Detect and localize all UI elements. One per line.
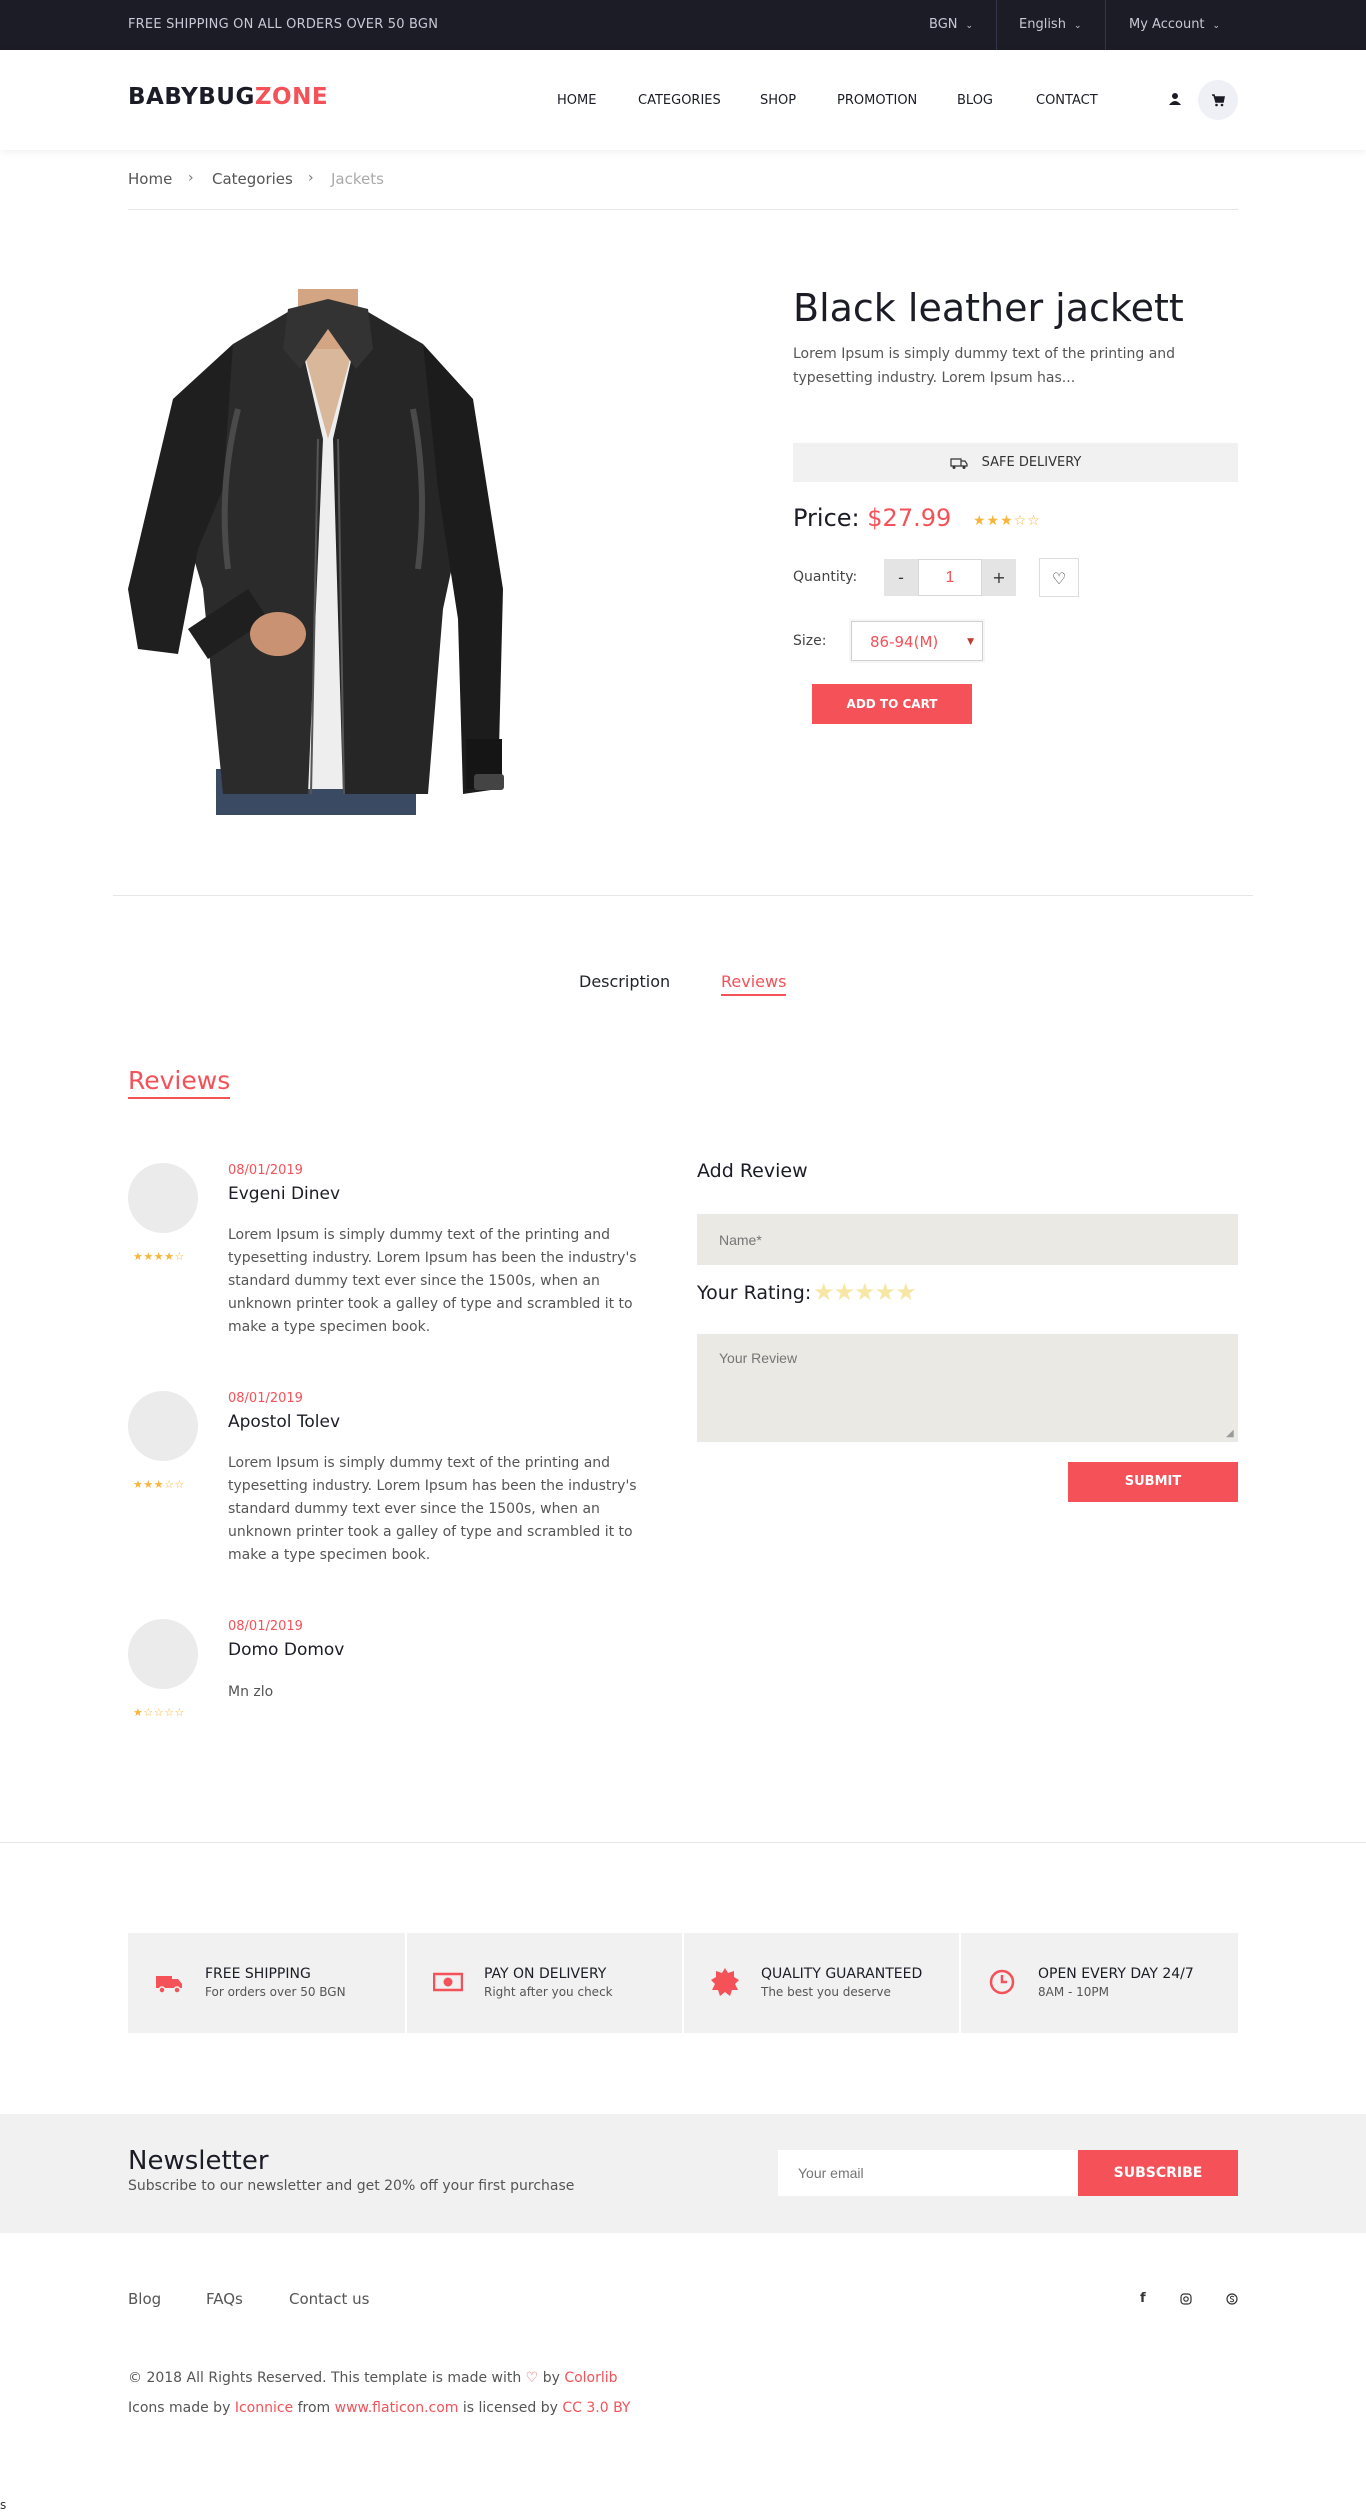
chevron-down-icon: ⌄ [1073,21,1082,31]
add-to-cart-button[interactable]: ADD TO CART [812,684,972,724]
quantity-input[interactable] [918,559,982,596]
review-text: Mn zlo [228,1684,274,1700]
quantity-increment-button[interactable]: + [982,559,1016,596]
nav-contact[interactable]: CONTACT [1036,93,1098,108]
tab-reviews[interactable]: Reviews [721,972,787,996]
nav-categories[interactable]: CATEGORIES [638,93,721,108]
nav-blog[interactable]: BLOG [957,93,993,108]
product-rating: ★★★☆☆ [973,513,1041,529]
divider [113,895,1253,896]
heart-icon: ♡ [1051,569,1067,588]
top-bar: FREE SHIPPING ON ALL ORDERS OVER 50 BGN … [0,0,1366,50]
breadcrumb-categories[interactable]: Categories [212,170,293,188]
chevron-down-icon: ⌄ [1212,21,1221,31]
badge-icon [711,1968,739,1996]
review-rating: ★★★☆☆ [133,1478,185,1491]
submit-review-button[interactable]: SUBMIT [1068,1462,1238,1502]
license-link[interactable]: CC 3.0 BY [562,2400,630,2416]
newsletter-email-input[interactable] [778,2150,1078,2196]
clock-icon [989,1969,1015,1995]
feature-shipping: FREE SHIPPING For orders over 50 BGN [128,1933,405,2033]
wishlist-button[interactable]: ♡ [1039,558,1079,597]
colorlib-link[interactable]: Colorlib [564,2370,617,2386]
rating-input[interactable]: ★★★★★ [813,1278,917,1306]
facebook-icon[interactable]: f [1140,2291,1146,2306]
logo[interactable]: BABYBUGZONE [128,84,328,110]
nav-home[interactable]: HOME [557,93,596,108]
name-field[interactable] [697,1214,1238,1265]
review-text: Lorem Ipsum is simply dummy text of the … [228,1227,637,1335]
copyright: © 2018 All Rights Reserved. This templat… [128,2370,618,2386]
icons-credit: Icons made by Iconnice from www.flaticon… [128,2400,631,2416]
main-header: BABYBUGZONE HOME CATEGORIES SHOP PROMOTI… [0,50,1366,150]
language-selector[interactable]: English ⌄ [1019,0,1082,50]
user-icon[interactable] [1168,92,1182,106]
money-icon [433,1972,463,1992]
account-selector[interactable]: My Account ⌄ [1129,0,1220,50]
truck-icon [950,457,968,469]
nav-shop[interactable]: SHOP [760,93,796,108]
review-rating: ★☆☆☆☆ [133,1706,185,1719]
avatar [128,1391,198,1461]
skype-icon[interactable] [1226,2293,1238,2305]
review-date: 08/01/2019 [228,1163,303,1178]
product-description: Lorem Ipsum is simply dummy text of the … [793,346,1176,386]
review-author: Evgeni Dinev [228,1184,341,1204]
newsletter-title: Newsletter [128,2146,269,2176]
chevron-right-icon: › [308,170,314,186]
currency-selector[interactable]: BGN ⌄ [929,0,973,50]
heart-icon: ♡ [525,2370,539,2386]
divider [0,1842,1366,1843]
nav-promotion[interactable]: PROMOTION [837,93,917,108]
tab-description[interactable]: Description [579,972,670,991]
reviews-heading: Reviews [128,1066,231,1099]
avatar [128,1163,198,1233]
flaticon-link[interactable]: www.flaticon.com [335,2400,459,2416]
chevron-right-icon: › [188,170,194,186]
iconnice-link[interactable]: Iconnice [235,2400,293,2416]
feature-hours: OPEN EVERY DAY 24/7 8AM - 10PM [961,1933,1238,2033]
breadcrumb-current: Jackets [331,170,384,188]
subscribe-button[interactable]: SUBSCRIBE [1078,2150,1238,2196]
divider [996,0,997,50]
avatar [128,1619,198,1689]
review-date: 08/01/2019 [228,1391,303,1406]
safe-delivery-banner: SAFE DELIVERY [793,443,1238,482]
features-row: FREE SHIPPING For orders over 50 BGN PAY … [128,1933,1238,2033]
size-label: Size: [793,633,827,649]
caret-down-icon: ▼ [967,637,974,647]
divider [1105,0,1106,50]
quantity-label: Quantity: [793,569,858,585]
quantity-decrement-button[interactable]: - [884,559,918,596]
instagram-icon[interactable] [1180,2293,1192,2305]
divider [128,209,1238,210]
review-rating: ★★★★☆ [133,1250,185,1263]
review-date: 08/01/2019 [228,1619,303,1634]
size-select[interactable]: 86-94(M) ▼ [851,621,983,661]
breadcrumb-home[interactable]: Home [128,170,172,188]
review-field[interactable] [697,1334,1238,1442]
footer-link-faqs[interactable]: FAQs [206,2290,243,2308]
product-price: Price: $27.99 [793,504,952,532]
cart-button[interactable] [1198,80,1238,120]
add-review-heading: Add Review [697,1160,808,1182]
review-author: Apostol Tolev [228,1412,341,1432]
newsletter-subtitle: Subscribe to our newsletter and get 20% … [128,2178,575,2194]
feature-quality: QUALITY GUARANTEED The best you deserve [684,1933,961,2033]
chevron-down-icon: ⌄ [965,21,974,31]
shipping-notice: FREE SHIPPING ON ALL ORDERS OVER 50 BGN [128,17,439,32]
cart-icon [1212,94,1225,107]
corner-text: s [0,2498,7,2512]
product-image [128,289,588,815]
review-author: Domo Domov [228,1640,345,1660]
rating-label: Your Rating: [697,1282,812,1304]
product-title: Black leather jackett [793,286,1184,330]
truck-icon [156,1976,182,1994]
footer-link-blog[interactable]: Blog [128,2290,161,2308]
footer-link-contact[interactable]: Contact us [289,2290,369,2308]
resize-handle-icon[interactable]: ◢ [1226,1428,1234,1439]
feature-payment: PAY ON DELIVERY Right after you check [407,1933,684,2033]
review-text: Lorem Ipsum is simply dummy text of the … [228,1455,637,1563]
